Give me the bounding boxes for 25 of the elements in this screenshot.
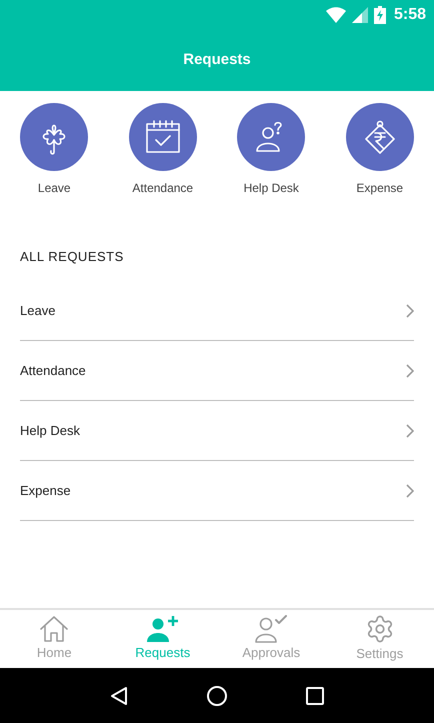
chevron-right-icon: [406, 304, 414, 318]
wifi-icon: [326, 7, 346, 23]
person-add-icon: [146, 615, 180, 644]
calendar-check-icon: [144, 120, 181, 154]
section-heading: ALL REQUESTS: [20, 249, 124, 264]
back-icon: [110, 686, 128, 706]
home-circle-icon: [206, 686, 227, 706]
person-check-icon: [254, 615, 288, 644]
request-row[interactable]: Leave: [20, 281, 414, 341]
battery-charging-icon: [374, 6, 386, 24]
request-row[interactable]: Expense: [20, 461, 414, 521]
quick-action-button[interactable]: Leave: [4, 103, 104, 197]
home-icon: [39, 615, 70, 644]
request-row[interactable]: Attendance: [20, 341, 414, 401]
recents-icon: [306, 686, 324, 704]
quick-action-button[interactable]: Attendance: [112, 103, 213, 197]
request-row[interactable]: Help Desk: [20, 401, 414, 461]
quick-action-button[interactable]: Help Desk: [221, 103, 322, 197]
chevron-right-icon: [406, 364, 414, 378]
chevron-right-icon: [406, 424, 414, 438]
screen-title: Requests: [183, 50, 251, 70]
chevron-right-icon: [406, 484, 414, 498]
signal-icon: [352, 7, 368, 23]
status-time: 5:58: [394, 5, 426, 25]
quick-action-button[interactable]: Expense: [330, 103, 430, 197]
